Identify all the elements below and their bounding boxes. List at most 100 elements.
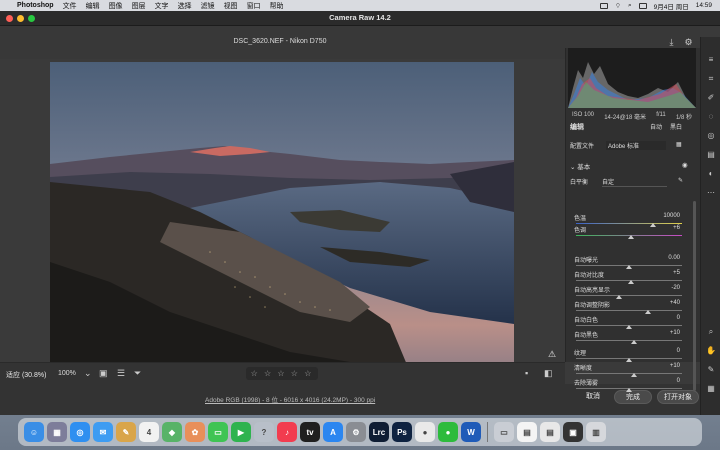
zoom-icon[interactable]: ⌕ (706, 327, 716, 337)
slider-value[interactable]: 10000 (652, 213, 680, 219)
dock-document-2-icon[interactable]: ▤ (540, 422, 560, 442)
slider-knob[interactable] (626, 265, 632, 269)
slider-knob[interactable] (628, 235, 635, 239)
dock-notes-app-icon[interactable]: ✎ (116, 422, 136, 442)
dock-document-icon[interactable]: ▤ (517, 422, 537, 442)
slider-knob[interactable] (631, 340, 638, 344)
slider-value[interactable]: -20 (652, 285, 680, 291)
dock-word-icon[interactable]: W (461, 422, 481, 442)
slider-track[interactable] (576, 373, 682, 374)
panel-scrollbar[interactable] (693, 201, 696, 391)
cancel-button[interactable]: 取消 (578, 390, 608, 404)
dock-maps-icon[interactable]: ◆ (162, 422, 182, 442)
wifi-icon[interactable]: ⌔ (615, 1, 621, 10)
dock-settings-icon[interactable]: ⚙ (346, 422, 366, 442)
slider-knob[interactable] (628, 280, 635, 284)
chevron-down-icon[interactable]: ⌄ (84, 368, 92, 379)
eye-icon[interactable]: ◉ (682, 161, 688, 169)
dock-chrome-icon[interactable]: ● (415, 422, 435, 442)
menu-help[interactable]: 帮助 (270, 1, 284, 11)
menu-view[interactable]: 视图 (224, 1, 238, 11)
menu-filter[interactable]: 滤镜 (201, 1, 215, 11)
profile-select[interactable]: Adobe 标准 (606, 141, 666, 150)
menubar-time[interactable]: 14:59 (696, 2, 712, 9)
compare-view-icon[interactable]: ◧ (544, 368, 553, 379)
presets-icon[interactable]: ◐ (706, 169, 716, 179)
fit-zoom-button[interactable]: 适应 (30.8%) (6, 370, 46, 380)
search-icon[interactable]: ⌕ (628, 2, 632, 10)
dock-photoshop-icon[interactable]: Ps (392, 422, 412, 442)
dock-mail-icon[interactable]: ✉ (93, 422, 113, 442)
hand-icon[interactable]: ✋ (706, 346, 716, 356)
open-object-button[interactable]: 打开对象 (657, 390, 699, 404)
single-view-icon[interactable]: ▪ (525, 368, 528, 378)
slider-track[interactable] (576, 310, 682, 311)
keyboard-icon[interactable] (599, 2, 608, 9)
menu-select[interactable]: 选择 (178, 1, 192, 11)
warning-icon[interactable]: ⚠ (548, 349, 556, 360)
slider-value[interactable]: +40 (652, 300, 680, 306)
rating-stars[interactable]: ☆ ☆ ☆ ☆ ☆ (246, 367, 318, 380)
more-icon[interactable]: ⋯ (706, 188, 716, 198)
save-icon[interactable]: ⤓ (666, 37, 677, 48)
dock-launchpad-icon[interactable]: ▦ (47, 422, 67, 442)
menu-image[interactable]: 图像 (109, 1, 123, 11)
slider-knob[interactable] (626, 325, 632, 329)
dock-lightroom-icon[interactable]: Lrc (369, 422, 389, 442)
slider-knob[interactable] (626, 358, 632, 362)
profile-browser-icon[interactable]: ▦ (676, 141, 682, 148)
workflow-options-link[interactable]: Adobe RGB (1998) - 8 位 - 6016 x 4016 (24… (205, 394, 375, 404)
slider-track[interactable] (576, 223, 682, 224)
edit-sliders-icon[interactable]: ≡ (706, 55, 716, 65)
dock-screen-app-icon[interactable]: ▣ (563, 422, 583, 442)
slider-knob[interactable] (645, 310, 652, 314)
menu-type[interactable]: 文字 (155, 1, 169, 11)
sort-icon[interactable]: ☰ (117, 368, 125, 379)
done-button[interactable]: 完成 (614, 390, 652, 404)
dock-safari-icon[interactable]: ◎ (70, 422, 90, 442)
menu-edit[interactable]: 编辑 (86, 1, 100, 11)
slider-track[interactable] (576, 340, 682, 341)
menubar-date[interactable]: 9月4日 周日 (654, 1, 689, 11)
slider-value[interactable]: 0 (652, 378, 680, 384)
slider-value[interactable]: 0 (652, 315, 680, 321)
slider-value[interactable]: +10 (652, 330, 680, 336)
dock-music-icon[interactable]: ♪ (277, 422, 297, 442)
gear-icon[interactable]: ⚙ (683, 37, 694, 48)
slider-track[interactable] (576, 295, 682, 296)
dock-facetime-icon[interactable]: ▶ (231, 422, 251, 442)
bw-button[interactable]: 黑白 (670, 122, 682, 131)
eyedropper-icon[interactable]: ✎ (678, 177, 683, 184)
basic-section-header[interactable]: ⌄ 基本 ◉ (570, 161, 694, 171)
dock-tv-icon[interactable]: tv (300, 422, 320, 442)
color-sampler-icon[interactable]: ✎ (706, 365, 716, 375)
control-center-icon[interactable] (638, 2, 647, 9)
red-eye-icon[interactable]: ◎ (706, 131, 716, 141)
slider-value[interactable]: +6 (652, 225, 680, 231)
slider-knob[interactable] (631, 373, 638, 377)
zoom-100-button[interactable]: 100% (58, 370, 76, 377)
slider-value[interactable]: +10 (652, 363, 680, 369)
mask-icon[interactable]: ◌ (706, 112, 716, 122)
image-view-icon[interactable]: ▣ (99, 368, 108, 379)
menu-layer[interactable]: 图层 (132, 1, 146, 11)
dock-preview-icon[interactable]: ▭ (494, 422, 514, 442)
menubar-app-name[interactable]: Photoshop (17, 2, 54, 9)
slider-value[interactable]: +5 (652, 270, 680, 276)
dock-trash-icon[interactable]: ▥ (586, 422, 606, 442)
dock-calendar-icon[interactable]: 4 (139, 422, 159, 442)
slider-value[interactable]: 0 (652, 348, 680, 354)
dock-wechat-icon[interactable]: ● (438, 422, 458, 442)
slider-value[interactable]: 0.00 (652, 255, 680, 261)
photo-preview[interactable] (50, 62, 514, 372)
snapshots-icon[interactable]: ▤ (706, 150, 716, 160)
slider-knob[interactable] (616, 295, 623, 299)
white-balance-select[interactable]: 自定 (602, 177, 667, 187)
grid-icon[interactable]: ▦ (706, 384, 716, 394)
filter-icon[interactable]: ⏷ (134, 368, 141, 379)
dock-app-store-icon[interactable]: A (323, 422, 343, 442)
dock-finder-icon[interactable]: ☺ (24, 422, 44, 442)
dock-messages-icon[interactable]: ▭ (208, 422, 228, 442)
menu-window[interactable]: 窗口 (247, 1, 261, 11)
slider-knob[interactable] (626, 388, 632, 392)
